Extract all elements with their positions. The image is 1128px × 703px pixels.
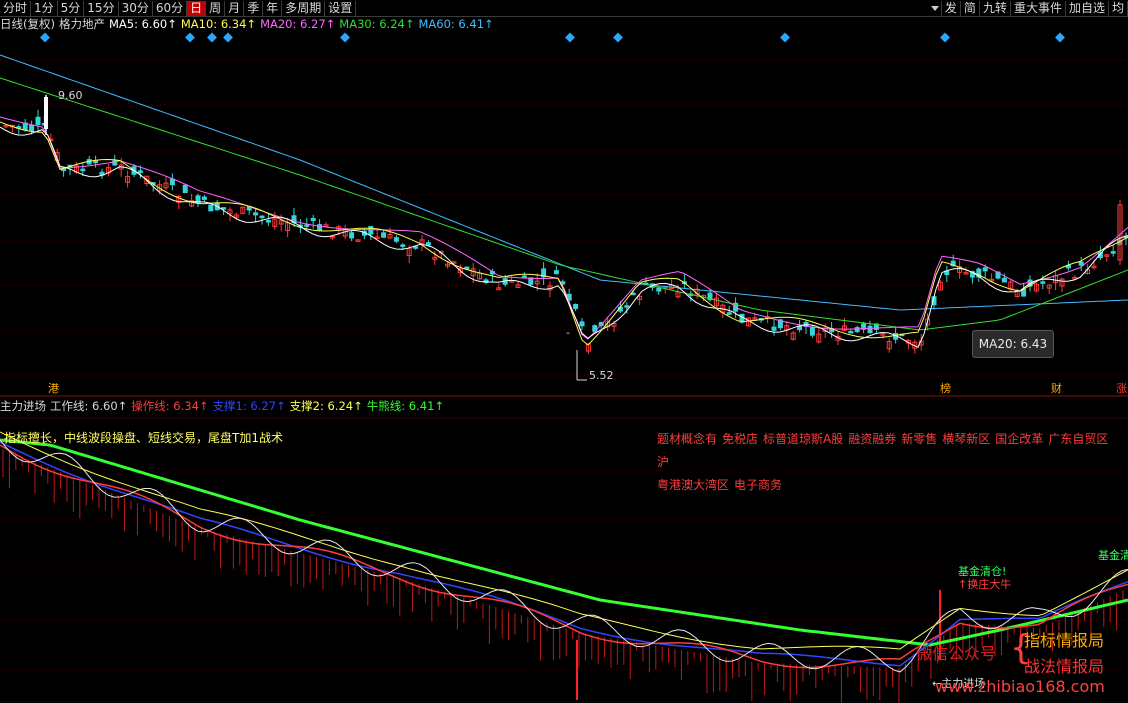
candle-body (201, 196, 207, 200)
watermark-line1: 指标情报局 (1024, 631, 1105, 650)
lower_legend-item-4: 支撑2: 6.24↑ (289, 399, 363, 413)
lower_legend-item-5: 牛熊线: 6.41↑ (366, 399, 445, 413)
signal-diamond-icon (207, 32, 217, 43)
lower_legend-item-3: 支撑1: 6.27↑ (212, 399, 286, 413)
candle-body (400, 244, 406, 247)
marker-finance: 财 (1051, 382, 1062, 395)
signal-diamond-icon (1055, 32, 1065, 43)
signal-diamond-icon (613, 32, 623, 43)
candle-body (797, 325, 803, 331)
concept-tag[interactable]: 题材概念有 (657, 432, 717, 446)
signal-diamond-icon (565, 32, 575, 43)
candle-body (29, 124, 35, 132)
candle-body (809, 326, 815, 336)
candle-body (259, 215, 265, 219)
candle-body (304, 224, 310, 227)
concept-tag[interactable]: 电子商务 (734, 478, 782, 492)
candle-body (624, 305, 630, 308)
ma20-tooltip: MA20: 6.43 (972, 330, 1054, 358)
candle-body (425, 242, 431, 246)
concept-tag[interactable]: 融资融券 (848, 432, 896, 446)
low-dash: - (566, 326, 570, 339)
signal-diamond-icon (340, 32, 350, 43)
ma60-line (0, 54, 1128, 311)
lower_legend-item-1: 工作线: 6.60↑ (50, 399, 128, 413)
ma10-line (0, 121, 1128, 346)
concept-tag[interactable]: 横琴新区 (942, 432, 990, 446)
watermark-wechat: 微信公众号 (916, 644, 997, 663)
candle-body (93, 160, 99, 164)
candle-body (630, 292, 636, 296)
candle-body (368, 226, 374, 235)
candle-body (1110, 251, 1116, 254)
ma30-line (0, 77, 1128, 331)
candle-body (867, 325, 873, 334)
indicator-note: 指标擅长，中线波段操盘、短线交易，尾盘T加1战术 (4, 431, 283, 445)
lower_legend-item-2: 操作线: 6.34↑ (131, 399, 209, 413)
candle-body (393, 237, 399, 242)
concept-tag[interactable]: 新零售 (901, 432, 937, 446)
high-candle-body (44, 97, 48, 129)
candle-body (349, 232, 355, 239)
candle-body (1040, 281, 1046, 284)
concept-tag[interactable]: 标普道琼斯A股 (763, 432, 843, 446)
low-price-label: 5.52 (589, 369, 614, 382)
concept-tag[interactable]: 粤港澳大湾区 (657, 478, 729, 492)
concept-tag[interactable]: 国企改革 (995, 432, 1043, 446)
candle-body (726, 312, 732, 315)
signal-diamond-icon (40, 32, 50, 43)
signal-diamond-icon (940, 32, 950, 43)
candle-body (521, 275, 527, 278)
candle-body (80, 168, 86, 172)
candle-body (848, 331, 854, 334)
concept-tag[interactable]: 广东自贸区 (1048, 432, 1108, 446)
candle-body (182, 184, 188, 194)
candle-body (317, 224, 323, 231)
dragon-label: ↑换庄大牛 (958, 578, 1012, 591)
fund-clear-label-2: 基金清 (1098, 549, 1128, 562)
concept-tag[interactable]: 沪 (657, 455, 669, 469)
candle-body (1001, 277, 1007, 283)
candle-body (553, 270, 559, 275)
high-price-label: 9.60 (58, 89, 83, 102)
lower_legend-item-0: 主力进场 (0, 399, 46, 413)
ma5-line (0, 126, 1128, 348)
concept-tags: 题材概念有 免税店 标普道琼斯A股 融资融券 新零售 横琴新区 国企改革 广东自贸区沪粤港澳大… (657, 428, 1127, 497)
kline-chart[interactable] (0, 0, 1128, 703)
signal-diamond-icon (780, 32, 790, 43)
candle-body (413, 246, 419, 249)
candle-body (265, 220, 271, 223)
candle-body (573, 303, 579, 310)
signal-diamond-icon (223, 32, 233, 43)
watermark-url: www.zhibiao168.com (935, 677, 1105, 696)
candle-body (35, 116, 41, 125)
candle-body (310, 217, 316, 222)
marker-list: 榜 (940, 382, 951, 395)
candle-body (169, 178, 175, 186)
candle-body (771, 326, 777, 331)
candle-body (323, 224, 329, 227)
signal-diamond-icon (185, 32, 195, 43)
marker-hk: 港 (48, 382, 59, 395)
candle-body (1078, 261, 1084, 266)
candle-body (579, 321, 585, 327)
candle-body (982, 267, 988, 272)
indicator-legend: 主力进场 工作线: 6.60↑ 操作线: 6.34↑ 支撑1: 6.27↑ 支撑2: 6… (0, 399, 444, 413)
candle-body (381, 232, 387, 238)
candle-body (253, 212, 259, 216)
candle-body (656, 287, 662, 292)
candle-body (208, 204, 214, 212)
candle-body (137, 170, 143, 174)
concept-tag[interactable]: 免税店 (722, 432, 758, 446)
candle-body (854, 327, 860, 333)
marker-limit-up: 涨 (1116, 382, 1127, 395)
watermark-line2: 战法情报局 (1024, 657, 1105, 676)
